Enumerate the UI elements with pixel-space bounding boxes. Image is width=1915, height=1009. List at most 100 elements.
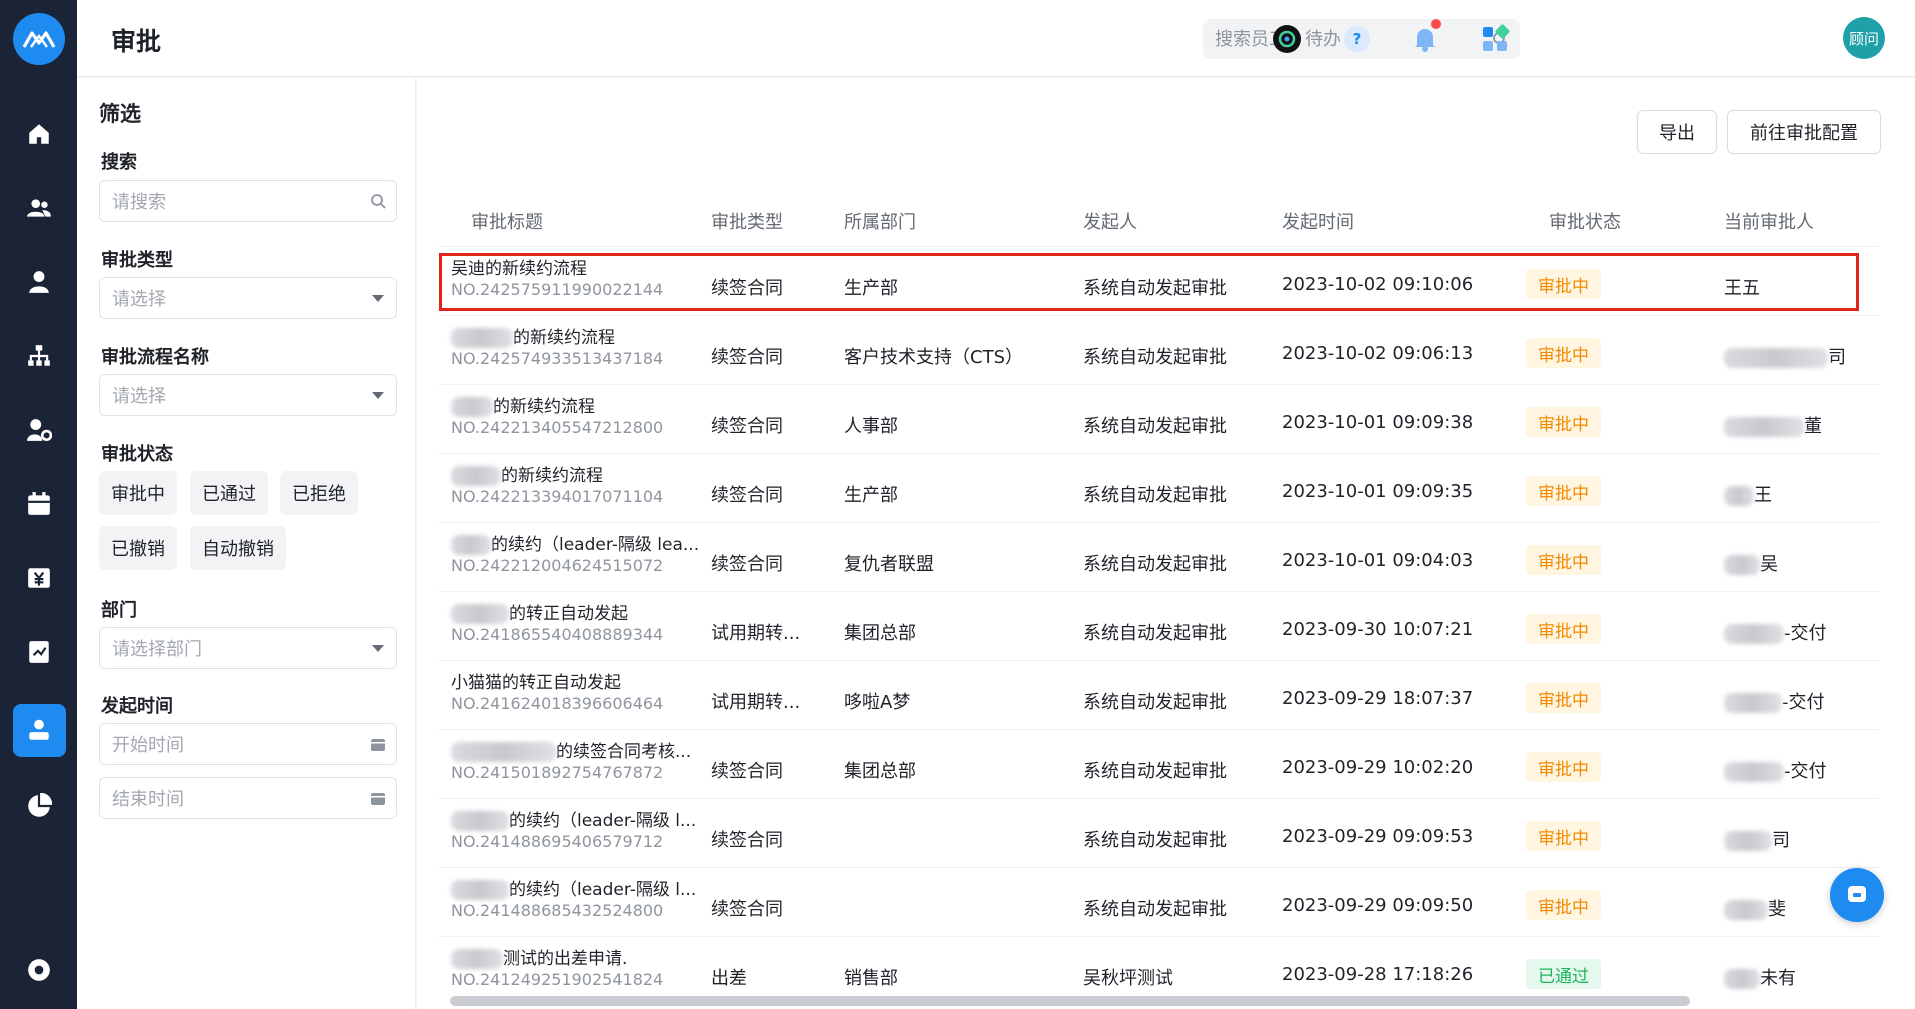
table-row[interactable]: 测试的出差申请. NO.241249251902541824 出差 销售部 吴秋坪测试 2…	[439, 936, 1879, 1005]
column-header[interactable]: 审批标题	[471, 208, 543, 234]
status-chip-withdrawn[interactable]: 已撤销	[99, 526, 177, 570]
row-approver-text: 司	[1828, 347, 1846, 368]
ai-assistant-icon[interactable]	[1267, 19, 1307, 59]
row-title-text: 的续签合同考核...	[556, 742, 692, 762]
column-header[interactable]: 发起人	[1083, 208, 1137, 234]
row-approver-text: -交付	[1784, 623, 1827, 644]
start-time-input[interactable]: 开始时间	[99, 723, 397, 765]
status-chip-approved[interactable]: 已通过	[190, 471, 268, 515]
filter-search-input[interactable]: 请搜索	[99, 180, 397, 222]
status-chip-pending[interactable]: 审批中	[99, 471, 177, 515]
redacted-name	[1724, 555, 1760, 575]
row-title[interactable]: 的新续约流程	[451, 461, 603, 486]
bell-icon[interactable]	[1405, 19, 1445, 59]
row-number: NO.241501892754767872	[451, 763, 664, 782]
row-time: 2023-09-30 10:07:21	[1282, 619, 1474, 640]
logo-icon[interactable]	[13, 13, 65, 65]
row-time: 2023-09-29 10:02:20	[1282, 757, 1474, 778]
row-approver-text: 王五	[1724, 278, 1760, 299]
row-department: 生产部	[844, 278, 898, 299]
row-title[interactable]: 的续约（leader-隔级 l...	[451, 806, 696, 831]
row-number: NO.241624018396606464	[451, 694, 664, 713]
row-title[interactable]: 小猫猫的转正自动发起	[451, 668, 621, 693]
row-type: 续签合同	[711, 347, 783, 368]
report-icon[interactable]	[0, 624, 77, 680]
row-title[interactable]: 的续签合同考核...	[451, 737, 691, 762]
row-number: NO.241488685432524800	[451, 901, 664, 920]
row-type: 续签合同	[711, 554, 783, 575]
user-settings-icon[interactable]	[0, 402, 77, 458]
row-initiator: 系统自动发起审批	[1083, 830, 1227, 851]
svg-text:?: ?	[1353, 30, 1362, 48]
column-header[interactable]: 审批状态	[1549, 208, 1621, 234]
table-row[interactable]: 的新续约流程 NO.242574933513437184 续签合同 客户技术支持（CT…	[439, 315, 1879, 384]
redacted-name	[451, 397, 493, 417]
salary-icon[interactable]	[0, 550, 77, 606]
row-number: NO.241249251902541824	[451, 970, 664, 989]
row-title-text: 测试的出差申请.	[503, 949, 628, 969]
approval-type-select[interactable]: 请选择	[99, 277, 397, 319]
approval-config-button[interactable]: 前往审批配置	[1727, 110, 1881, 154]
pie-chart-icon[interactable]	[0, 778, 77, 834]
table-row[interactable]: 的续约（leader-隔级 l... NO.241488685432524800 续…	[439, 867, 1879, 936]
row-title-text: 的新续约流程	[501, 466, 603, 486]
row-time: 2023-09-29 09:09:53	[1282, 826, 1474, 847]
table-row[interactable]: 吴迪的新续约流程 NO.242575911990022144 续签合同 生产部 系统自动…	[439, 246, 1879, 315]
calendar-icon	[371, 739, 385, 751]
apps-grid-icon[interactable]	[1475, 19, 1515, 59]
user-avatar[interactable]: 顾问	[1843, 17, 1885, 59]
person-icon[interactable]	[0, 254, 77, 310]
settings-icon[interactable]	[0, 942, 77, 998]
approval-icon[interactable]	[0, 702, 77, 758]
table-row[interactable]: 的续签合同考核... NO.241501892754767872 续签合同 集团总部 系…	[439, 729, 1879, 798]
time-label: 发起时间	[101, 696, 173, 717]
row-approver-text: 司	[1772, 830, 1790, 851]
status-chip-auto-withdrawn[interactable]: 自动撤销	[190, 526, 286, 570]
table-row[interactable]: 的新续约流程 NO.242213405547212800 续签合同 人事部 系统自动发起…	[439, 384, 1879, 453]
row-approver: 司	[1724, 826, 1790, 852]
row-title[interactable]: 的续约（leader-隔级 l...	[451, 875, 696, 900]
row-title-text: 的续约（leader-隔级 lea...	[491, 535, 700, 555]
filter-panel: 筛选 搜索 请搜索 审批类型 请选择 审批流程名称 请选择 审批状态 审批中 已…	[77, 78, 416, 1009]
flow-label: 审批流程名称	[101, 347, 209, 368]
filter-search-placeholder: 请搜索	[112, 192, 166, 213]
top-header: 审批 ? 顾问	[77, 0, 1915, 77]
redacted-name	[1724, 762, 1784, 782]
horizontal-scrollbar[interactable]	[450, 996, 1690, 1006]
column-header[interactable]: 发起时间	[1282, 208, 1354, 234]
table-row[interactable]: 小猫猫的转正自动发起 NO.241624018396606464 试用期转... 哆啦…	[439, 660, 1879, 729]
row-initiator: 系统自动发起审批	[1083, 899, 1227, 920]
row-title[interactable]: 的新续约流程	[451, 323, 615, 348]
status-chip-rejected[interactable]: 已拒绝	[280, 471, 358, 515]
table-row[interactable]: 的续约（leader-隔级 l... NO.241488695406579712 续…	[439, 798, 1879, 867]
row-title[interactable]: 测试的出差申请.	[451, 944, 627, 969]
row-approver: 吴	[1724, 550, 1778, 576]
redacted-name	[1724, 969, 1760, 989]
chat-float-button[interactable]	[1830, 868, 1884, 922]
calendar-icon[interactable]	[0, 476, 77, 532]
team-icon[interactable]	[0, 180, 77, 236]
help-icon[interactable]: ?	[1337, 19, 1377, 59]
row-time: 2023-10-02 09:10:06	[1282, 274, 1474, 295]
redacted-name	[451, 328, 513, 348]
export-button[interactable]: 导出	[1637, 110, 1717, 154]
row-time: 2023-09-29 18:07:37	[1282, 688, 1474, 709]
row-title[interactable]: 的转正自动发起	[451, 599, 628, 624]
home-icon[interactable]	[0, 106, 77, 162]
row-title[interactable]: 吴迪的新续约流程	[451, 254, 587, 279]
status-label: 审批状态	[101, 444, 173, 465]
row-time: 2023-10-01 09:09:38	[1282, 412, 1474, 433]
column-header[interactable]: 审批类型	[711, 208, 783, 234]
department-select[interactable]: 请选择部门	[99, 627, 397, 669]
table-row[interactable]: 的转正自动发起 NO.241865540408889344 试用期转... 集团总部 系…	[439, 591, 1879, 660]
row-department: 客户技术支持（CTS）	[844, 347, 1023, 368]
table-row[interactable]: 的续约（leader-隔级 lea... NO.24221200462451507…	[439, 522, 1879, 591]
row-title[interactable]: 的续约（leader-隔级 lea...	[451, 530, 699, 555]
row-title[interactable]: 的新续约流程	[451, 392, 595, 417]
column-header[interactable]: 所属部门	[844, 208, 916, 234]
column-header[interactable]: 当前审批人	[1724, 208, 1814, 234]
org-chart-icon[interactable]	[0, 328, 77, 384]
flow-name-select[interactable]: 请选择	[99, 374, 397, 416]
end-time-input[interactable]: 结束时间	[99, 777, 397, 819]
table-row[interactable]: 的新续约流程 NO.242213394017071104 续签合同 生产部 系统自动发起…	[439, 453, 1879, 522]
